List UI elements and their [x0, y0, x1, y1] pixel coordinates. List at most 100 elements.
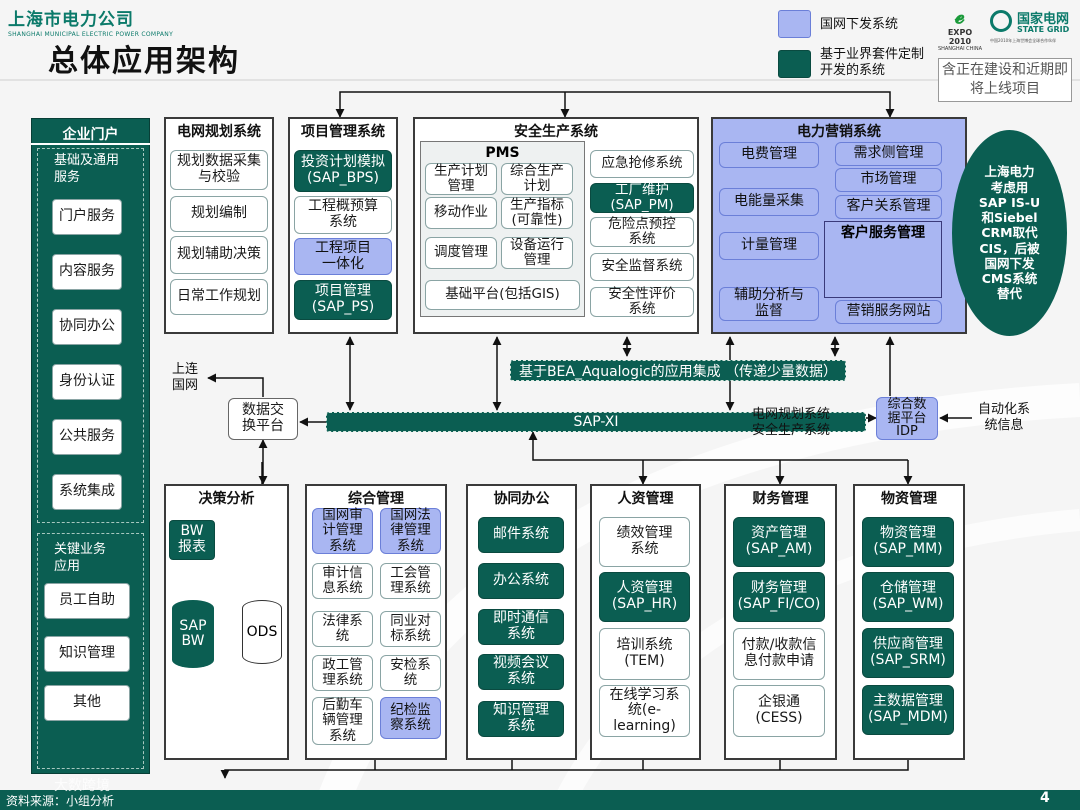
grid-planning-item: 规划编制	[170, 196, 268, 232]
page-title: 总体应用架构	[48, 44, 240, 79]
pms-item: 设备运行 管理	[501, 237, 573, 269]
watermark: 大数跨境	[54, 778, 110, 794]
project-mgmt-item: 项目管理 (SAP_PS)	[294, 280, 392, 320]
idp-source-label: 电网规划系统 安全生产系统	[752, 407, 831, 438]
portal-key-item: 其他	[44, 685, 130, 721]
expo-logo: 𝓮 EXPO 2010 SHANGHAI CHINA	[937, 4, 983, 53]
customer-service-title: 客户服务管理	[841, 225, 925, 241]
slide: 上海市电力公司 SHANGHAI MUNICIPAL ELECTRIC POWE…	[0, 0, 1080, 810]
finance-item: 企银通 (CESS)	[733, 685, 825, 737]
safety-right-item: 安全性评价 系统	[590, 286, 694, 317]
general-mgmt-item: 政工管 理系统	[312, 655, 373, 691]
portal-basic-item: 协同办公	[52, 309, 122, 345]
legend-label-blue: 国网下发系统	[820, 17, 899, 32]
portal-basic-item: 公共服务	[52, 419, 122, 455]
bea-integration-bar: 基于BEA_Aqualogic的应用集成 （传递少量数据）	[510, 360, 846, 381]
state-grid-mark-icon	[990, 10, 1012, 32]
marketing-left-item: 辅助分析与 监督	[719, 287, 819, 321]
grid-planning-item: 日常工作规划	[170, 279, 268, 315]
decision-title: 决策分析	[198, 491, 255, 507]
portal-key-item: 知识管理	[44, 636, 130, 672]
project-mgmt-item: 工程项目 一体化	[294, 238, 392, 275]
portal-basic-item: 系统集成	[52, 474, 122, 510]
hr-title: 人资管理	[617, 491, 674, 507]
expo-logo-text: EXPO 2010	[947, 28, 973, 46]
general-mgmt-item: 同业对 标系统	[380, 611, 441, 647]
general-mgmt-item: 国网审 计管理 系统	[312, 508, 373, 554]
general-mgmt-item: 工会管 理系统	[380, 563, 441, 599]
grid-planning-item: 规划辅助决策	[170, 236, 268, 274]
marketing-right-item: 市场管理	[835, 168, 942, 192]
pms-base-platform: 基础平台(包括GIS)	[425, 280, 580, 310]
office-item: 邮件系统	[478, 517, 564, 553]
sap-isu-callout: 上海电力 考虑用 SAP IS-U 和Siebel CRM取代 CIS，后被 国…	[952, 130, 1067, 336]
page-number: 4	[1040, 790, 1050, 806]
footer-bar	[0, 790, 1080, 810]
marketing-left-item: 电费管理	[719, 142, 819, 168]
marketing-right-item: 客户关系管理	[835, 195, 942, 219]
safety-title: 安全生产系统	[514, 124, 598, 140]
expo-logo-sub: SHANGHAI CHINA	[937, 46, 983, 52]
state-grid-en: STATE GRID	[1017, 25, 1070, 34]
general-mgmt-item: 审计信 息系统	[312, 563, 373, 599]
office-item: 视频会议 系统	[478, 654, 564, 690]
ods-database: ODS	[242, 600, 282, 664]
company-name: 上海市电力公司	[8, 10, 134, 30]
general-mgmt-item: 法律系 统	[312, 611, 373, 647]
grid-planning-item: 规划数据采集 与校验	[170, 150, 268, 190]
material-item: 仓储管理 (SAP_WM)	[862, 572, 954, 622]
legend-label-teal: 基于业界套件定制开发的系统	[820, 47, 925, 78]
office-item: 知识管理 系统	[478, 701, 564, 737]
finance-item: 付款/收款信 息付款申请	[733, 628, 825, 680]
legend-swatch-blue	[778, 10, 811, 38]
general-mgmt-item: 国网法 律管理 系统	[380, 508, 441, 554]
pms-title: PMS	[485, 145, 520, 161]
pms-item: 移动作业	[425, 197, 497, 229]
hr-item: 人资管理 (SAP_HR)	[599, 572, 690, 622]
finance-item: 资产管理 (SAP_AM)	[733, 517, 825, 567]
safety-right-item: 危险点预控 系统	[590, 216, 694, 247]
safety-right-item: 工厂维护 (SAP_PM)	[590, 182, 694, 213]
general-mgmt-title: 综合管理	[348, 491, 404, 507]
state-grid-sub: 中国2010年上海世博会全球合作伙伴	[990, 38, 1057, 43]
idp-platform: 综合数 据平台 IDP	[876, 397, 938, 440]
portal-key-item: 员工自助	[44, 583, 130, 619]
pms-item: 综合生产 计划	[501, 163, 573, 195]
marketing-left-item: 电能量采集	[719, 188, 819, 216]
marketing-left-item: 计量管理	[719, 232, 819, 260]
state-grid-logo: 国家电网 STATE GRID 中国2010年上海世博会全球合作伙伴	[990, 8, 1076, 52]
portal-divider	[31, 143, 150, 145]
portal-basic-item: 身份认证	[52, 364, 122, 400]
pms-item: 生产计划 管理	[425, 163, 497, 195]
project-mgmt-title: 项目管理系统	[301, 124, 385, 140]
data-exchange-platform: 数据交 换平台	[228, 398, 298, 440]
portal-basic-title: 基础及通用 服务	[54, 153, 120, 185]
office-item: 办公系统	[478, 563, 564, 599]
portal-basic-item: 内容服务	[52, 254, 122, 290]
pms-item: 调度管理	[425, 237, 497, 269]
expo-mark-icon: 𝓮	[955, 4, 965, 29]
legend-swatch-teal	[778, 50, 811, 78]
legend-building-note: 含正在建设和近期即将上线项目	[938, 58, 1072, 102]
company-logo: 上海市电力公司 SHANGHAI MUNICIPAL ELECTRIC POWE…	[8, 5, 173, 38]
safety-right-item: 应急抢修系统	[590, 150, 694, 178]
hr-item: 在线学习系 统(e- learning)	[599, 685, 690, 737]
finance-item: 财务管理 (SAP_FI/CO)	[733, 572, 825, 622]
safety-right-item: 安全监督系统	[590, 253, 694, 281]
marketing-right-item: 需求侧管理	[835, 142, 942, 166]
portal-title: 企业门户	[62, 127, 119, 143]
office-title: 协同办公	[493, 491, 550, 507]
marketing-title: 电力营销系统	[797, 124, 881, 140]
office-item: 即时通信 系统	[478, 609, 564, 645]
marketing-web-item: 营销服务网站	[835, 300, 942, 324]
general-mgmt-item: 后勤车 辆管理 系统	[312, 697, 373, 745]
grid-planning-title: 电网规划系统	[177, 124, 261, 140]
material-item: 供应商管理 (SAP_SRM)	[862, 628, 954, 678]
general-mgmt-item: 纪检监 察系统	[380, 697, 441, 739]
material-item: 主数据管理 (SAP_MDM)	[862, 685, 954, 735]
hr-item: 绩效管理 系统	[599, 517, 690, 567]
finance-title: 财务管理	[752, 491, 809, 507]
pms-item: 生产指标 (可靠性)	[501, 197, 573, 229]
portal-basic-item: 门户服务	[52, 199, 122, 235]
general-mgmt-item: 安检系 统	[380, 655, 441, 691]
